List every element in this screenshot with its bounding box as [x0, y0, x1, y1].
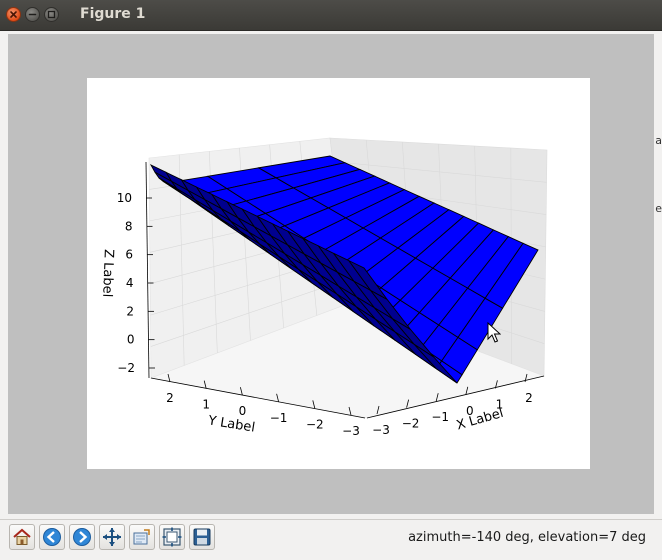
background-window-fragment: e — [655, 202, 662, 215]
floppy-disk-icon — [193, 528, 211, 546]
minimize-icon — [28, 13, 37, 16]
zoom-rect-icon — [133, 529, 150, 545]
x-tick-label: 2 — [525, 391, 533, 405]
figure-canvas[interactable]: 10 8 6 4 2 0 −2 2 1 0 −1 −2 −3 −3 −2 −1 0 1 2 Z Label Y … — [8, 34, 654, 514]
subplots-button[interactable] — [159, 524, 185, 550]
subplots-icon — [162, 527, 182, 547]
navigation-toolbar: azimuth=-140 deg, elevation=7 deg — [0, 519, 662, 560]
y-axis-label: Y Label — [206, 413, 256, 435]
move-arrows-icon — [103, 528, 121, 546]
status-readout: azimuth=-140 deg, elevation=7 deg — [408, 530, 646, 545]
window-title: Figure 1 — [80, 6, 146, 22]
z-tick-label: 4 — [126, 276, 134, 290]
z-tick-label: 0 — [127, 333, 135, 347]
y-tick-label: −2 — [306, 417, 324, 431]
z-tick-label: 6 — [125, 248, 133, 262]
x-tick-label: −2 — [402, 417, 420, 431]
y-tick-label: 1 — [202, 398, 210, 412]
y-tick-label: −1 — [270, 411, 288, 425]
y-tick-label: 2 — [166, 391, 174, 405]
z-tick-label: 2 — [126, 304, 134, 318]
z-axis-line — [145, 161, 150, 379]
z-axis-label: Z Label — [99, 249, 116, 298]
background-window-fragment: a — [655, 134, 662, 147]
zoom-button[interactable] — [129, 524, 155, 550]
window-maximize-button[interactable] — [44, 7, 59, 22]
x-axis-label: X Label — [455, 406, 505, 434]
z-tick-label: 10 — [117, 191, 132, 205]
maximize-icon — [47, 10, 56, 19]
home-icon — [13, 528, 31, 545]
z-tick-label: 8 — [125, 219, 133, 233]
mouse-cursor-icon — [487, 322, 501, 343]
plot-area[interactable]: 10 8 6 4 2 0 −2 2 1 0 −1 −2 −3 −3 −2 −1 0 1 2 Z Label Y … — [87, 78, 590, 469]
home-button[interactable] — [9, 524, 35, 550]
y-tick-label: −3 — [342, 424, 360, 438]
x-tick-label: −3 — [372, 423, 390, 437]
back-arrow-icon — [43, 528, 61, 546]
surface-plot[interactable]: 1086420−2 2 1 0 −1 −2 −3 −3 −2 −1 0 1 2 Z Label Y … — [87, 78, 590, 469]
pan-button[interactable] — [99, 524, 125, 550]
z-tick-label: −2 — [117, 361, 135, 375]
forward-arrow-icon — [73, 528, 91, 546]
save-button[interactable] — [189, 524, 215, 550]
window-minimize-button[interactable] — [25, 7, 40, 22]
y-tick-label: 0 — [239, 404, 247, 418]
back-button[interactable] — [39, 524, 65, 550]
title-bar: Figure 1 — [0, 0, 662, 31]
close-icon — [10, 11, 17, 18]
window-close-button[interactable] — [6, 7, 21, 22]
x-tick-label: −1 — [431, 410, 449, 424]
forward-button[interactable] — [69, 524, 95, 550]
